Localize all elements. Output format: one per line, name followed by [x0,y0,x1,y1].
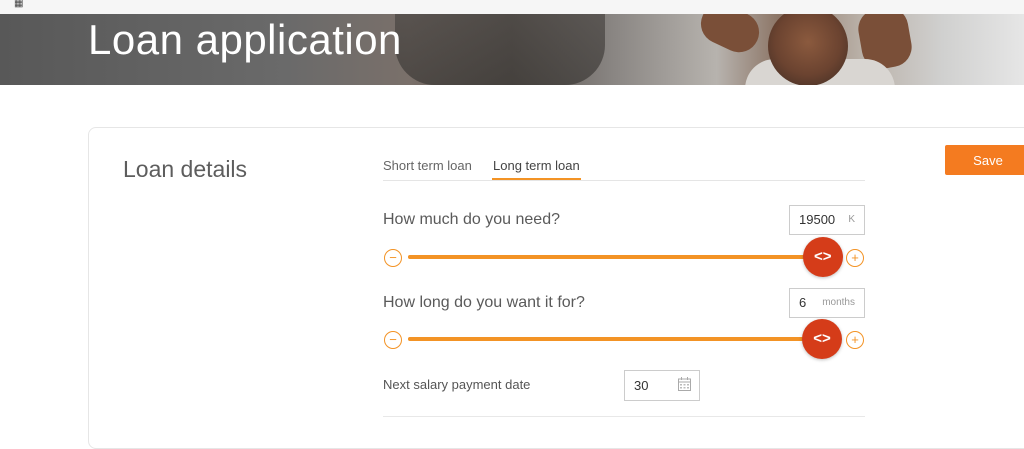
hero-photo-child [768,14,848,85]
duration-slider-fill [408,337,822,341]
plus-icon: + [851,250,859,265]
plus-icon: + [851,332,859,347]
amount-unit: K [848,214,855,225]
minus-icon: − [389,250,397,265]
duration-decrease-button[interactable]: − [384,331,402,349]
amount-slider-thumb[interactable]: <> [802,237,843,277]
browser-top-strip: ▦ [0,0,1024,14]
amount-increase-button[interactable]: + [846,249,864,267]
calendar-icon[interactable] [678,377,691,391]
salary-date-value: 30 [634,378,649,393]
amount-slider-fill [408,255,823,259]
page-title: Loan application [88,16,402,63]
duration-unit: months [822,297,855,308]
salary-date-label: Next salary payment date [383,377,531,392]
tab-long-term-loan[interactable]: Long term loan [492,158,581,180]
duration-question: How long do you want it for? [383,294,585,311]
section-title: Loan details [123,156,248,182]
minus-icon: − [389,332,397,347]
duration-slider-thumb[interactable]: <> [802,319,842,359]
amount-input[interactable]: 19500 K [789,205,865,235]
hero-banner: Loan application [0,14,1024,85]
duration-input[interactable]: 6 months [789,288,865,318]
tab-short-term-loan[interactable]: Short term loan [383,158,472,179]
hero-photo-arm [694,14,766,59]
amount-slider-track[interactable] [408,255,840,259]
amount-question: How much do you need? [383,211,560,228]
apps-grid-icon[interactable]: ▦ [14,0,23,9]
amount-value: 19500 [799,212,836,227]
duration-value: 6 [799,295,807,310]
drag-arrows-icon: <> [813,330,831,347]
duration-increase-button[interactable]: + [846,331,864,349]
save-button[interactable]: Save [945,145,1024,175]
loan-type-tabs: Short term loan Long term loan [383,152,865,181]
hero-photo-figure [395,14,605,85]
salary-date-input[interactable]: 30 [624,370,700,401]
drag-arrows-icon: <> [813,248,832,265]
form-divider [383,416,865,417]
duration-slider-track[interactable] [408,337,822,341]
amount-decrease-button[interactable]: − [384,249,402,267]
